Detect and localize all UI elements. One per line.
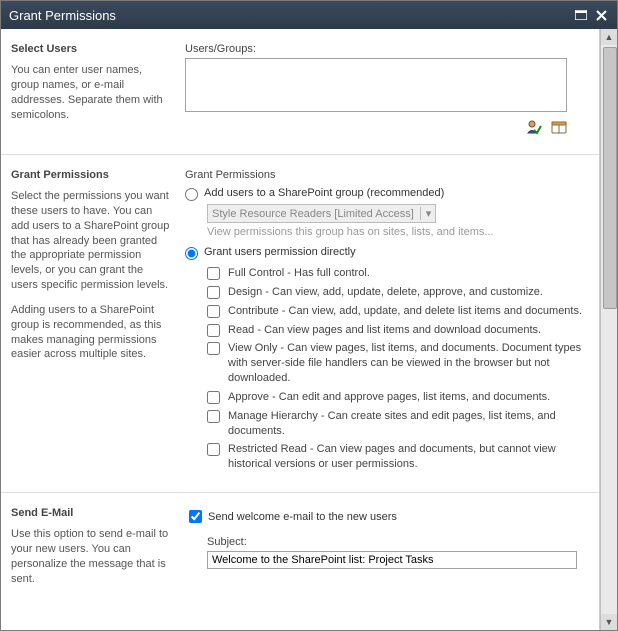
perm-contribute-label: Contribute - Can view, add, update, and …: [228, 304, 589, 319]
perm-design-checkbox[interactable]: [207, 286, 220, 299]
close-icon[interactable]: [593, 7, 609, 23]
perm-view-only-label: View Only - Can view pages, list items, …: [228, 341, 589, 386]
perm-view-only: View Only - Can view pages, list items, …: [207, 341, 589, 386]
email-sub: Subject:: [207, 536, 589, 569]
perm-read-checkbox[interactable]: [207, 324, 220, 337]
perm-manage-hierarchy-checkbox[interactable]: [207, 410, 220, 423]
group-sub: Style Resource Readers [Limited Access] …: [207, 204, 589, 238]
vertical-scrollbar[interactable]: ▲ ▼: [600, 29, 617, 630]
browse-icon[interactable]: [551, 119, 567, 135]
email-heading: Send E-Mail: [11, 507, 171, 519]
email-rightcol: Send welcome e-mail to the new users Sub…: [185, 507, 589, 569]
maximize-icon[interactable]: [573, 7, 589, 23]
section-grant-permissions: Grant Permissions Select the permissions…: [1, 154, 599, 492]
email-leftcol: Send E-Mail Use this option to send e-ma…: [11, 507, 171, 596]
perm-full-control-checkbox[interactable]: [207, 267, 220, 280]
radio-add-to-group[interactable]: [185, 188, 198, 201]
perm-manage-hierarchy-label: Manage Hierarchy - Can create sites and …: [228, 409, 589, 439]
scroll-thumb[interactable]: [603, 47, 617, 309]
subject-input[interactable]: [207, 551, 577, 569]
perm-restricted-read-checkbox[interactable]: [207, 443, 220, 456]
permission-levels: Full Control - Has full control. Design …: [207, 266, 589, 472]
perm-manage-hierarchy: Manage Hierarchy - Can create sites and …: [207, 409, 589, 439]
email-desc: Use this option to send e-mail to your n…: [11, 527, 171, 586]
perm-full-control-label: Full Control - Has full control.: [228, 266, 589, 281]
radio-direct-row: Grant users permission directly: [185, 246, 589, 260]
send-welcome-label: Send welcome e-mail to the new users: [208, 511, 397, 523]
group-select-value: Style Resource Readers [Limited Access]: [212, 208, 414, 220]
perm-approve-label: Approve - Can edit and approve pages, li…: [228, 390, 589, 405]
grant-rightcol: Grant Permissions Add users to a SharePo…: [185, 169, 589, 476]
perm-read-label: Read - Can view pages and list items and…: [228, 323, 589, 338]
perm-full-control: Full Control - Has full control.: [207, 266, 589, 281]
section-select-users: Select Users You can enter user names, g…: [1, 29, 599, 154]
content-scroll: Select Users You can enter user names, g…: [1, 29, 600, 630]
dialog-title: Grant Permissions: [9, 8, 569, 23]
users-groups-input[interactable]: [185, 58, 567, 112]
perm-contribute: Contribute - Can view, add, update, and …: [207, 304, 589, 319]
radio-grant-direct[interactable]: [185, 247, 198, 260]
radio-add-to-group-label: Add users to a SharePoint group (recomme…: [204, 187, 444, 199]
dialog-body: Select Users You can enter user names, g…: [1, 29, 617, 630]
titlebar: Grant Permissions: [1, 1, 617, 29]
perm-design: Design - Can view, add, update, delete, …: [207, 285, 589, 300]
scroll-down-arrow[interactable]: ▼: [601, 614, 617, 630]
people-picker-icons: [185, 119, 567, 138]
grant-heading: Grant Permissions: [11, 169, 171, 181]
grant-permissions-dialog: Grant Permissions Select Users You can e…: [0, 0, 618, 631]
perm-read: Read - Can view pages and list items and…: [207, 323, 589, 338]
send-welcome-row: Send welcome e-mail to the new users: [185, 507, 589, 526]
perm-restricted-read-label: Restricted Read - Can view pages and doc…: [228, 442, 589, 472]
subject-label: Subject:: [207, 536, 589, 548]
perm-view-only-checkbox[interactable]: [207, 342, 220, 355]
perm-approve: Approve - Can edit and approve pages, li…: [207, 390, 589, 405]
group-select[interactable]: Style Resource Readers [Limited Access] …: [207, 204, 436, 223]
users-groups-label: Users/Groups:: [185, 43, 589, 55]
grant-desc1: Select the permissions you want these us…: [11, 189, 171, 293]
send-welcome-checkbox[interactable]: [189, 510, 202, 523]
select-users-desc: You can enter user names, group names, o…: [11, 63, 171, 122]
scroll-up-arrow[interactable]: ▲: [601, 29, 617, 45]
grant-desc2: Adding users to a SharePoint group is re…: [11, 303, 171, 362]
select-users-leftcol: Select Users You can enter user names, g…: [11, 43, 171, 132]
grant-right-heading: Grant Permissions: [185, 169, 589, 181]
perm-restricted-read: Restricted Read - Can view pages and doc…: [207, 442, 589, 472]
group-permissions-link[interactable]: View permissions this group has on sites…: [207, 226, 589, 238]
chevron-down-icon: ▾: [420, 207, 432, 220]
select-users-heading: Select Users: [11, 43, 171, 55]
perm-contribute-checkbox[interactable]: [207, 305, 220, 318]
select-users-rightcol: Users/Groups:: [185, 43, 589, 138]
radio-add-to-group-row: Add users to a SharePoint group (recomme…: [185, 187, 589, 201]
section-send-email: Send E-Mail Use this option to send e-ma…: [1, 492, 599, 612]
perm-design-label: Design - Can view, add, update, delete, …: [228, 285, 589, 300]
perm-approve-checkbox[interactable]: [207, 391, 220, 404]
check-names-icon[interactable]: [526, 119, 542, 135]
grant-leftcol: Grant Permissions Select the permissions…: [11, 169, 171, 372]
radio-grant-direct-label: Grant users permission directly: [204, 246, 356, 258]
